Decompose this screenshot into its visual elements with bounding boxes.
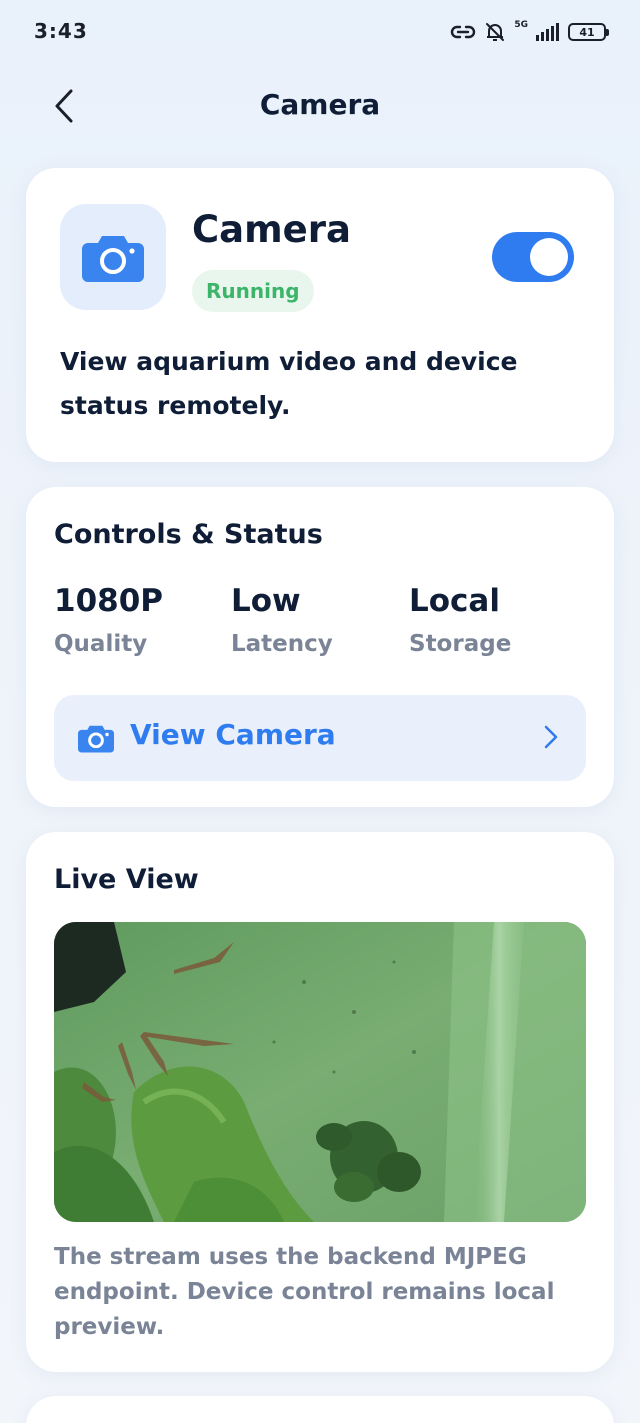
page-header: Camera [0, 78, 640, 136]
battery-icon: 41 [568, 23, 609, 41]
stat-label: Quality [54, 631, 148, 657]
status-bar: 3:43 5G 41 [0, 0, 640, 62]
app-card: Camera Running View aquarium video and d… [26, 168, 614, 462]
live-video-stream[interactable] [54, 922, 586, 1222]
enable-toggle[interactable] [492, 232, 574, 282]
status-time: 3:43 [34, 19, 88, 43]
stream-note: The stream uses the backend MJPEG endpoi… [54, 1244, 555, 1340]
chevron-right-icon [544, 725, 558, 749]
toggle-knob [530, 238, 568, 276]
camera-icon [78, 725, 114, 753]
stat-label: Latency [231, 631, 333, 657]
network-type: 5G [514, 20, 528, 30]
status-badge: Running [192, 270, 314, 312]
section-title-controls: Controls & Status [54, 519, 323, 550]
status-icons: 5G 41 [450, 20, 609, 44]
controls-card: Controls & Status 1080P Quality Low Late… [26, 487, 614, 807]
view-camera-button[interactable]: View Camera [54, 695, 586, 781]
app-name: Camera [192, 208, 351, 251]
live-view-card: Live View The stream uses the backend MJ… [26, 832, 614, 1372]
stat-latency: Low Latency [231, 583, 333, 657]
stat-storage: Local Storage [409, 583, 511, 657]
section-title-live-view: Live View [54, 864, 199, 895]
camera-icon [82, 236, 144, 282]
signal-icon [536, 23, 559, 41]
stat-label: Storage [409, 631, 512, 657]
stat-value: Low [231, 583, 301, 619]
stat-value: Local [409, 583, 500, 619]
app-description: View aquarium video and device status re… [60, 347, 518, 420]
next-card [26, 1396, 614, 1423]
link-icon [451, 25, 476, 39]
view-camera-label: View Camera [130, 718, 336, 751]
stat-quality: 1080P Quality [54, 583, 163, 657]
battery-level: 41 [579, 25, 595, 39]
page-title: Camera [259, 88, 381, 121]
stat-value: 1080P [54, 583, 163, 619]
app-icon-tile [60, 204, 166, 310]
bell-muted-icon [486, 23, 505, 41]
aquarium-video-frame [54, 922, 586, 1222]
